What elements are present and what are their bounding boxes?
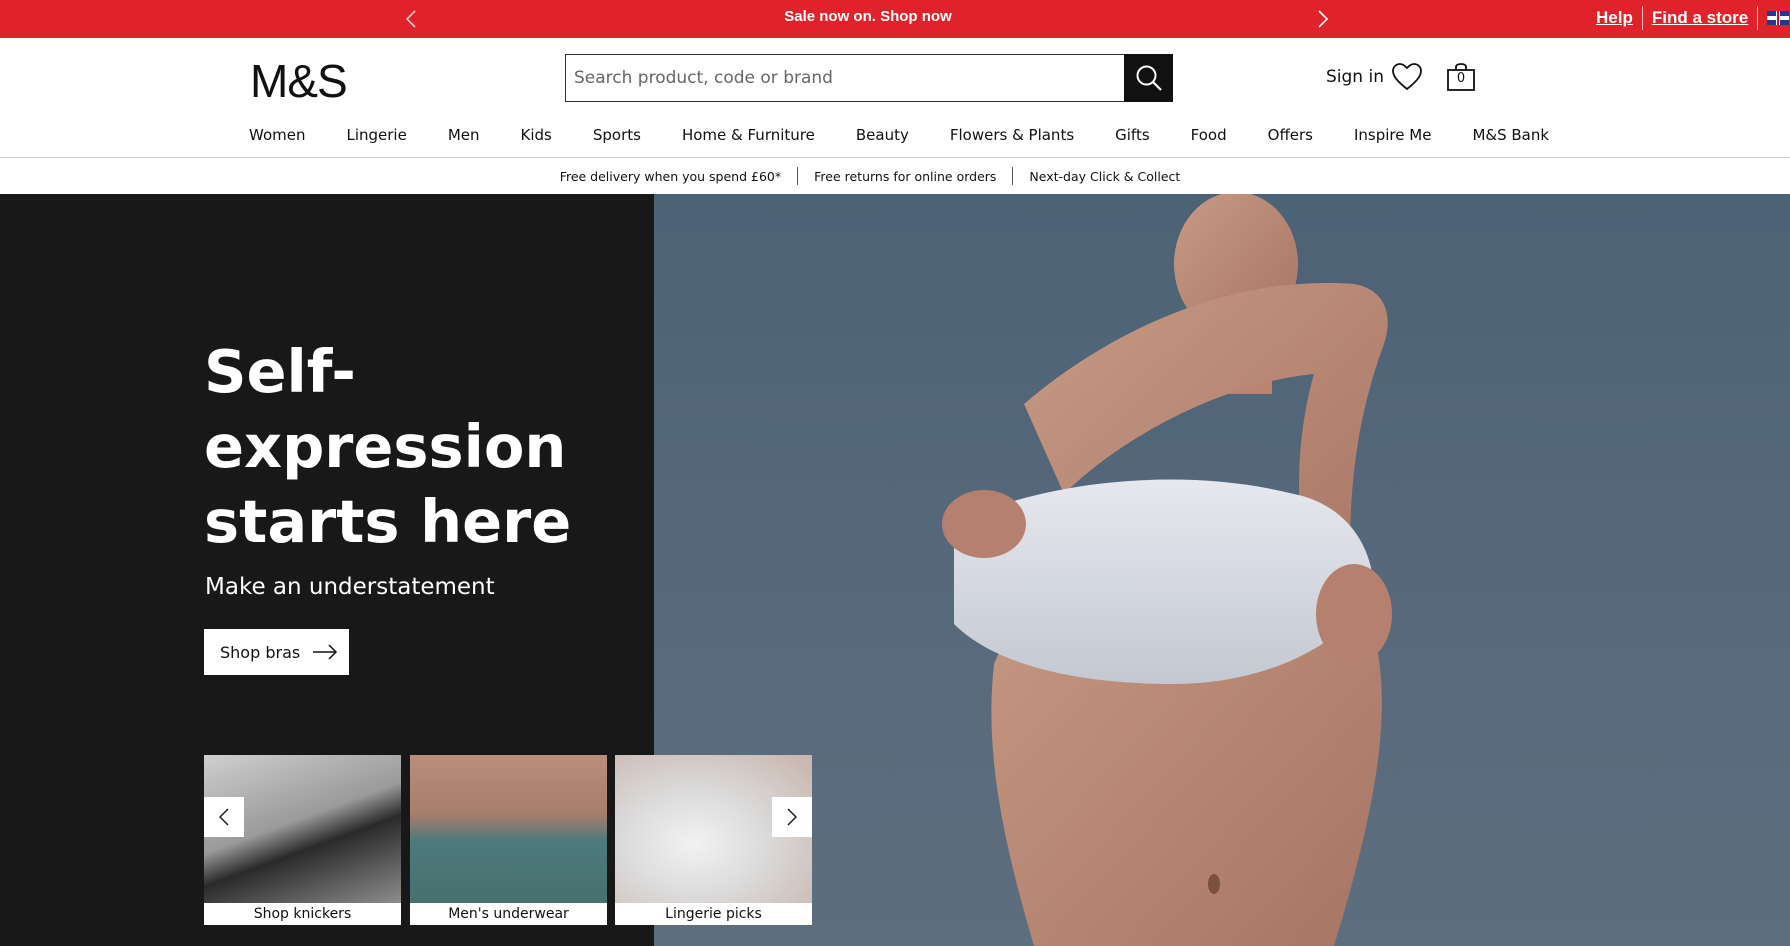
chevron-right-icon xyxy=(787,808,797,826)
category-carousel: Shop knickers Men's underwear Lingerie p… xyxy=(204,755,812,925)
shop-bras-label: Shop bras xyxy=(220,642,301,662)
nav-item-flowers-plants[interactable]: Flowers & Plants xyxy=(950,126,1074,144)
nav-item-beauty[interactable]: Beauty xyxy=(856,126,909,144)
utility-divider xyxy=(1641,6,1643,30)
tile-label: Lingerie picks xyxy=(665,906,762,922)
benefit-free-delivery[interactable]: Free delivery when you spend £60* xyxy=(544,169,797,184)
nav-item-women[interactable]: Women xyxy=(249,126,305,144)
site-header: M&S Sign in 0 Women Lingerie Men Kids Sp… xyxy=(0,38,1790,158)
nav-item-home-furniture[interactable]: Home & Furniture xyxy=(682,126,815,144)
tile-mens-underwear[interactable]: Men's underwear xyxy=(410,755,607,925)
search-input[interactable] xyxy=(566,55,1172,101)
benefit-click-collect[interactable]: Next-day Click & Collect xyxy=(1013,169,1196,184)
nav-item-food[interactable]: Food xyxy=(1191,126,1227,144)
hero-title: Self-expression starts here xyxy=(204,337,572,556)
arrow-right-icon xyxy=(313,644,338,660)
sign-in-link[interactable]: Sign in xyxy=(1326,67,1384,87)
hero-image[interactable] xyxy=(654,194,1790,946)
search-icon xyxy=(1136,65,1162,91)
find-store-link[interactable]: Find a store xyxy=(1652,8,1748,28)
utility-links: Help Find a store xyxy=(1596,6,1790,30)
mens-underwear-image xyxy=(410,755,607,903)
nav-item-lingerie[interactable]: Lingerie xyxy=(346,126,406,144)
benefits-strip: Free delivery when you spend £60* Free r… xyxy=(0,158,1790,194)
search-box xyxy=(565,54,1173,102)
ms-logo[interactable]: M&S xyxy=(250,54,348,108)
tile-label: Shop knickers xyxy=(253,906,352,922)
utility-divider xyxy=(1757,6,1759,30)
nav-item-sports[interactable]: Sports xyxy=(593,126,641,144)
tile-lingerie-picks[interactable]: Lingerie picks xyxy=(615,755,812,925)
help-link[interactable]: Help xyxy=(1596,8,1633,28)
promo-next-arrow-icon[interactable] xyxy=(1310,6,1336,32)
uk-flag-icon[interactable] xyxy=(1767,11,1790,25)
nav-item-inspire-me[interactable]: Inspire Me xyxy=(1354,126,1431,144)
nav-item-ms-bank[interactable]: M&S Bank xyxy=(1472,126,1549,144)
chevron-left-icon xyxy=(219,808,229,826)
hero-model-image xyxy=(942,194,1392,946)
basket-button[interactable]: 0 xyxy=(1446,62,1476,92)
tile-label: Men's underwear xyxy=(448,906,569,922)
tile-shop-knickers[interactable]: Shop knickers xyxy=(204,755,401,925)
wishlist-heart-icon[interactable] xyxy=(1391,62,1423,96)
carousel-next-button[interactable] xyxy=(772,797,812,837)
hero-banner: Self-expression starts here Make an unde… xyxy=(0,194,1790,946)
carousel-prev-button[interactable] xyxy=(204,797,244,837)
search-button[interactable] xyxy=(1124,54,1173,102)
nav-item-gifts[interactable]: Gifts xyxy=(1115,126,1150,144)
nav-item-offers[interactable]: Offers xyxy=(1268,126,1313,144)
nav-item-men[interactable]: Men xyxy=(448,126,480,144)
promo-message[interactable]: Sale now on. Shop now xyxy=(0,8,1736,25)
promo-bar: Sale now on. Shop now Help Find a store xyxy=(0,0,1790,38)
nav-item-kids[interactable]: Kids xyxy=(521,126,552,144)
main-nav: Women Lingerie Men Kids Sports Home & Fu… xyxy=(249,126,1549,144)
hero-subtitle: Make an understatement xyxy=(205,574,495,600)
shop-bras-button[interactable]: Shop bras xyxy=(204,629,349,675)
benefit-free-returns[interactable]: Free returns for online orders xyxy=(798,169,1012,184)
basket-count: 0 xyxy=(1456,71,1466,86)
